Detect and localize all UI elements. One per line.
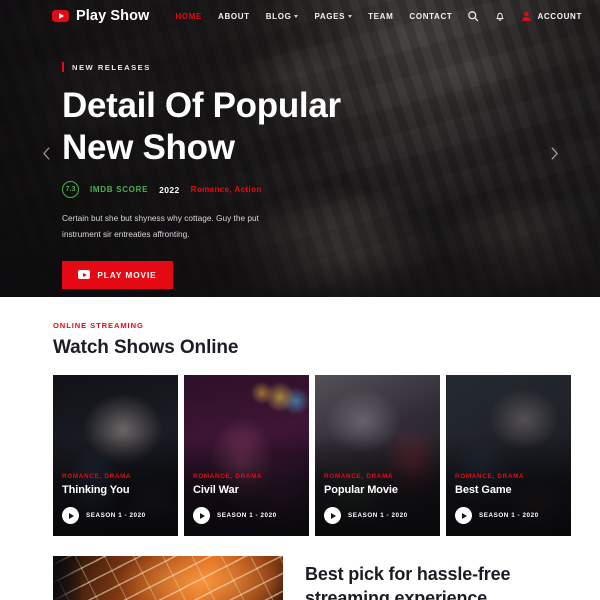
promo-image-shade: [53, 556, 81, 600]
show-season: SEASON 1 - 2020: [86, 512, 146, 519]
nav-item-label: HOME: [175, 11, 203, 21]
brand-logo[interactable]: Play Show: [52, 8, 149, 24]
chevron-left-icon: [42, 146, 49, 160]
show-category: ROMANCE, DRAMA: [455, 473, 525, 480]
nav-menu: HOME ABOUT BLOG PAGES TEAM CONTACT: [175, 12, 452, 21]
show-title: Thinking You: [62, 484, 130, 496]
show-card[interactable]: ROMANCE, DRAMA Thinking You SEASON 1 - 2…: [53, 375, 178, 536]
play-circle-icon: [324, 507, 341, 524]
hero-description: Certain but she but shyness why cottage.…: [62, 213, 259, 239]
show-play-row[interactable]: SEASON 1 - 2020: [62, 507, 169, 524]
imdb-score-label: IMDB SCORE: [90, 185, 149, 195]
show-card[interactable]: ROMANCE, DRAMA Civil War SEASON 1 - 2020: [184, 375, 309, 536]
nav-item-label: PAGES: [314, 11, 346, 21]
hero-next-button[interactable]: [544, 143, 564, 163]
nav-item-about[interactable]: ABOUT: [218, 12, 250, 21]
show-card-body: ROMANCE, DRAMA Civil War SEASON 1 - 2020: [193, 473, 300, 524]
brand-name: Play Show: [76, 8, 150, 24]
promo-image: [53, 556, 283, 600]
hero-meta: 7.3 IMDB SCORE 2022 Romance, Action: [62, 181, 360, 199]
nav-item-label: ABOUT: [218, 11, 250, 21]
promo-image-art: [53, 556, 283, 600]
nav-item-team[interactable]: TEAM: [368, 12, 393, 21]
show-title: Civil War: [193, 484, 239, 496]
show-season: SEASON 1 - 2020: [217, 512, 277, 519]
show-category: ROMANCE, DRAMA: [62, 473, 132, 480]
show-category: ROMANCE, DRAMA: [324, 473, 394, 480]
hero-title-line-1: Detail Of Popular: [62, 86, 341, 125]
chevron-down-icon: [294, 15, 299, 18]
play-icon: [78, 270, 91, 280]
play-circle-icon: [455, 507, 472, 524]
hero-title-line-2: New Show: [62, 127, 235, 167]
nav-item-home[interactable]: HOME: [175, 12, 202, 21]
show-category: ROMANCE, DRAMA: [193, 473, 263, 480]
nav-item-label: TEAM: [368, 11, 394, 21]
watch-shows-section: ONLINE STREAMING Watch Shows Online ROMA…: [0, 297, 600, 536]
nav-item-label: CONTACT: [409, 11, 453, 21]
play-circle-icon: [193, 507, 210, 524]
navbar-actions: ACCOUNT: [467, 10, 582, 22]
search-icon[interactable]: [467, 10, 479, 22]
section-title: Watch Shows Online: [53, 337, 239, 358]
promo-text: Best pick for hassle-free streaming expe…: [305, 556, 510, 600]
show-title: Best Game: [455, 484, 512, 496]
nav-item-blog[interactable]: BLOG: [266, 12, 299, 21]
chevron-right-icon: [551, 146, 558, 160]
show-card-list: ROMANCE, DRAMA Thinking You SEASON 1 - 2…: [0, 375, 600, 536]
play-movie-button[interactable]: PLAY MOVIE: [62, 260, 173, 289]
hero-year: 2022: [159, 184, 180, 195]
promo-section: Best pick for hassle-free streaming expe…: [0, 556, 600, 600]
play-circle-icon: [62, 507, 79, 524]
promo-title-line-2: streaming experience.: [305, 587, 492, 600]
show-play-row[interactable]: SEASON 1 - 2020: [324, 507, 431, 524]
hero-section: Play Show HOME ABOUT BLOG PAGES TEAM CON…: [0, 0, 600, 297]
bell-icon[interactable]: [494, 10, 506, 22]
account-button[interactable]: ACCOUNT: [521, 10, 582, 22]
show-card[interactable]: ROMANCE, DRAMA Best Game SEASON 1 - 2020: [446, 375, 571, 536]
user-icon: [522, 11, 532, 21]
section-eyebrow: ONLINE STREAMING: [53, 321, 144, 330]
play-movie-label: PLAY MOVIE: [97, 269, 157, 280]
show-title: Popular Movie: [324, 484, 398, 496]
account-label: ACCOUNT: [537, 11, 582, 21]
show-play-row[interactable]: SEASON 1 - 2020: [455, 507, 562, 524]
imdb-score-badge: 7.3: [62, 181, 79, 199]
show-card-body: ROMANCE, DRAMA Thinking You SEASON 1 - 2…: [62, 473, 169, 524]
show-card-body: ROMANCE, DRAMA Best Game SEASON 1 - 2020: [455, 473, 562, 524]
chevron-down-icon: [348, 15, 353, 18]
play-logo-icon: [52, 10, 69, 22]
show-card[interactable]: ROMANCE, DRAMA Popular Movie SEASON 1 - …: [315, 375, 440, 536]
show-season: SEASON 1 - 2020: [348, 512, 408, 519]
nav-item-label: BLOG: [265, 11, 292, 21]
hero-title: Detail Of Popular New Show: [62, 85, 360, 168]
hero-prev-button[interactable]: [36, 143, 56, 163]
nav-item-contact[interactable]: CONTACT: [409, 12, 452, 21]
show-play-row[interactable]: SEASON 1 - 2020: [193, 507, 300, 524]
main-navbar: Play Show HOME ABOUT BLOG PAGES TEAM CON…: [0, 0, 600, 32]
show-card-body: ROMANCE, DRAMA Popular Movie SEASON 1 - …: [324, 473, 431, 524]
hero-genre: Romance, Action: [190, 185, 262, 195]
nav-item-pages[interactable]: PAGES: [314, 11, 353, 21]
hero-eyebrow: NEW RELEASES: [62, 62, 151, 72]
promo-title: Best pick for hassle-free streaming expe…: [305, 563, 510, 600]
promo-title-line-1: Best pick for hassle-free: [305, 564, 511, 584]
show-season: SEASON 1 - 2020: [479, 512, 539, 519]
